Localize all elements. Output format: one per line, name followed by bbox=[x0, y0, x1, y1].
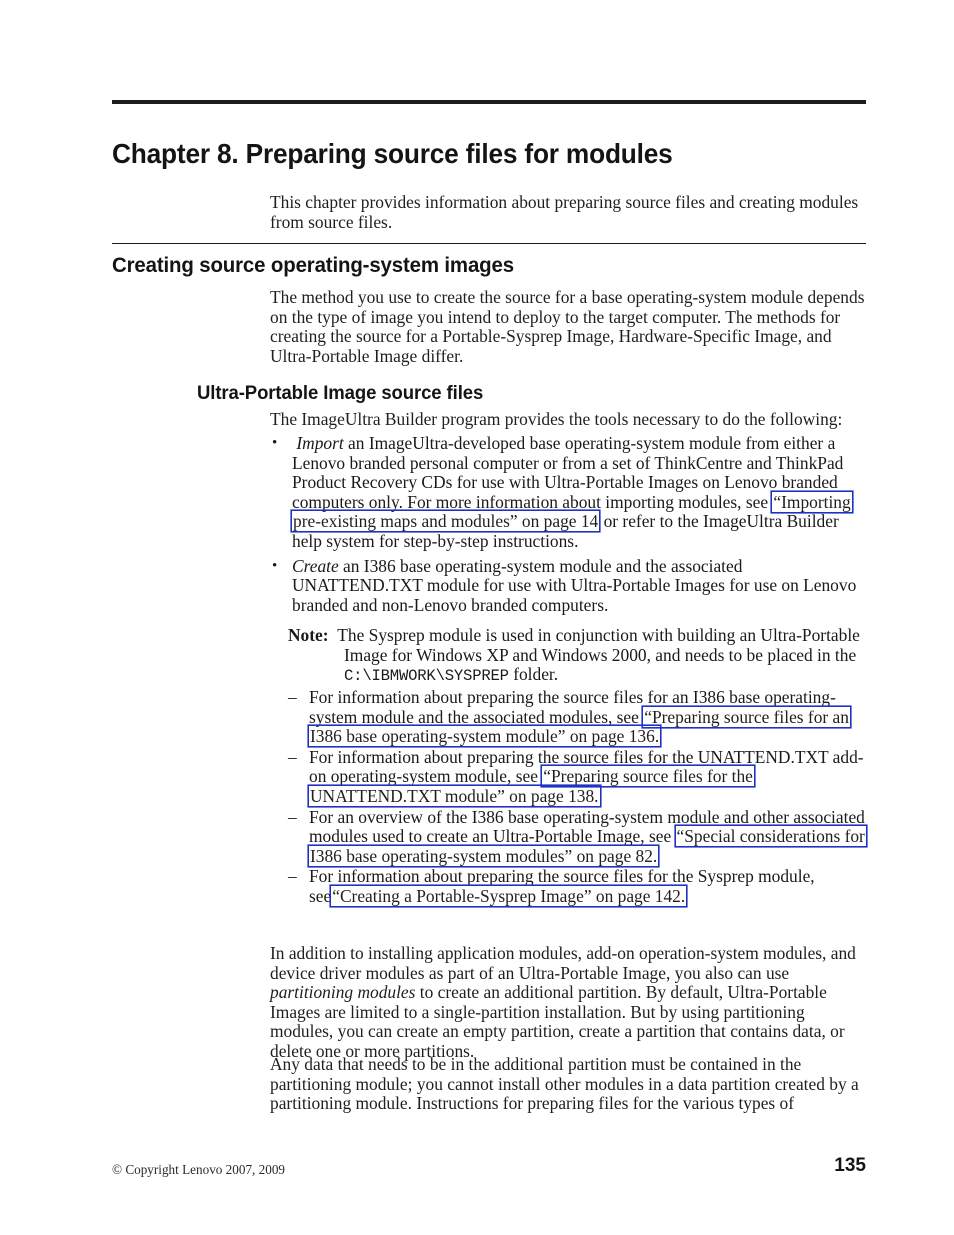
bullet-marker: • bbox=[272, 435, 278, 451]
list-item: • Create an I386 base operating-system m… bbox=[270, 555, 870, 616]
anydata-paragraph: Any data that needs to be in the additio… bbox=[270, 1054, 859, 1114]
dash-marker: – bbox=[288, 746, 297, 767]
bullet-text-a: an I386 base operating-system module and… bbox=[292, 555, 857, 615]
list-item: • Import an ImageUltra-developed base op… bbox=[270, 433, 870, 552]
bullet-lead-italic: Import bbox=[296, 433, 344, 453]
dash-marker: – bbox=[288, 687, 297, 707]
intro-paragraph: This chapter provides information about … bbox=[270, 192, 859, 232]
section-heading: Creating source operating-system images bbox=[112, 253, 514, 277]
list-item: – For information about preparing the so… bbox=[288, 687, 870, 747]
tools-paragraph: The ImageUltra Builder program provides … bbox=[270, 409, 843, 429]
method-paragraph: The method you use to create the source … bbox=[270, 287, 865, 366]
xref-link-portable-sysprep-image[interactable]: “Creating a Portable-Sysprep Image” on p… bbox=[331, 886, 686, 906]
note-label: Note: bbox=[288, 625, 329, 645]
addition-text-a: In addition to installing application mo… bbox=[270, 943, 856, 983]
note-text-b: folder. bbox=[508, 664, 559, 685]
dash-marker: – bbox=[288, 866, 297, 887]
note-block: Note: The Sysprep module is used in conj… bbox=[288, 625, 870, 687]
list-item: – For an overview of the I386 base opera… bbox=[288, 806, 870, 867]
dash-list: – For information about preparing the so… bbox=[288, 687, 870, 908]
dash-marker: – bbox=[288, 806, 297, 827]
note-text-a: The Sysprep module is used in conjunctio… bbox=[337, 625, 860, 665]
footer-copyright: © Copyright Lenovo 2007, 2009 bbox=[112, 1162, 286, 1177]
list-item: – For information about preparing the so… bbox=[288, 746, 870, 807]
page-number: 135 bbox=[834, 1155, 866, 1176]
note-body: Note: The Sysprep module is used in conj… bbox=[288, 625, 870, 687]
bullet-list: • Import an ImageUltra-developed base op… bbox=[270, 433, 870, 618]
addition-paragraph: In addition to installing application mo… bbox=[270, 943, 870, 1062]
document-page: Chapter 8. Preparing source files for mo… bbox=[0, 0, 954, 1235]
addition-italic-term: partitioning modules bbox=[270, 982, 416, 1003]
section-rule bbox=[112, 243, 866, 245]
subsection-heading: Ultra-Portable Image source files bbox=[197, 382, 484, 404]
note-path: C:\IBMWORK\SYSPREP bbox=[344, 667, 509, 686]
bullet-text-a: an ImageUltra-developed base operating-s… bbox=[292, 433, 844, 512]
bullet-marker: • bbox=[272, 557, 278, 574]
bullet-lead-italic: Create bbox=[292, 555, 339, 576]
list-item: – For information about preparing the so… bbox=[288, 867, 870, 906]
chapter-title: Chapter 8. Preparing source files for mo… bbox=[112, 138, 673, 169]
chapter-top-rule bbox=[112, 100, 866, 104]
